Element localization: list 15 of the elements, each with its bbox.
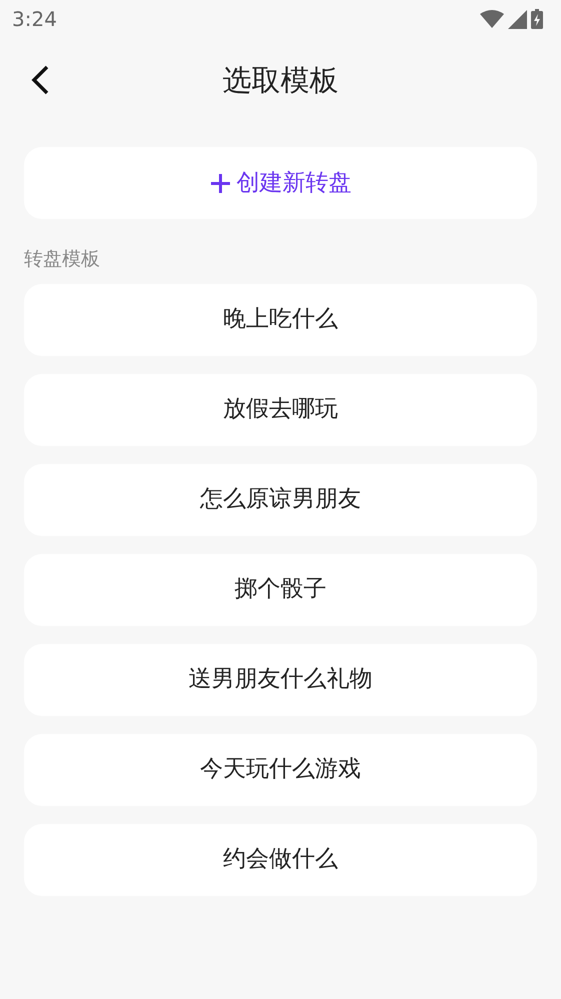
- plus-icon: [210, 172, 230, 194]
- template-item[interactable]: 送男朋友什么礼物: [24, 644, 537, 716]
- page-title: 选取模板: [222, 62, 338, 100]
- status-time: 3:24: [12, 6, 57, 33]
- wifi-icon: [480, 10, 504, 28]
- signal-icon: [508, 10, 527, 28]
- template-item[interactable]: 放假去哪玩: [24, 374, 537, 446]
- template-item[interactable]: 今天玩什么游戏: [24, 734, 537, 806]
- template-item[interactable]: 约会做什么: [24, 824, 537, 896]
- create-wheel-button[interactable]: 创建新转盘: [24, 147, 537, 219]
- template-item[interactable]: 掷个骰子: [24, 554, 537, 626]
- template-item[interactable]: 晚上吃什么: [24, 284, 537, 356]
- section-title: 转盘模板: [24, 247, 100, 272]
- battery-icon: [531, 9, 543, 29]
- template-item[interactable]: 怎么原谅男朋友: [24, 464, 537, 536]
